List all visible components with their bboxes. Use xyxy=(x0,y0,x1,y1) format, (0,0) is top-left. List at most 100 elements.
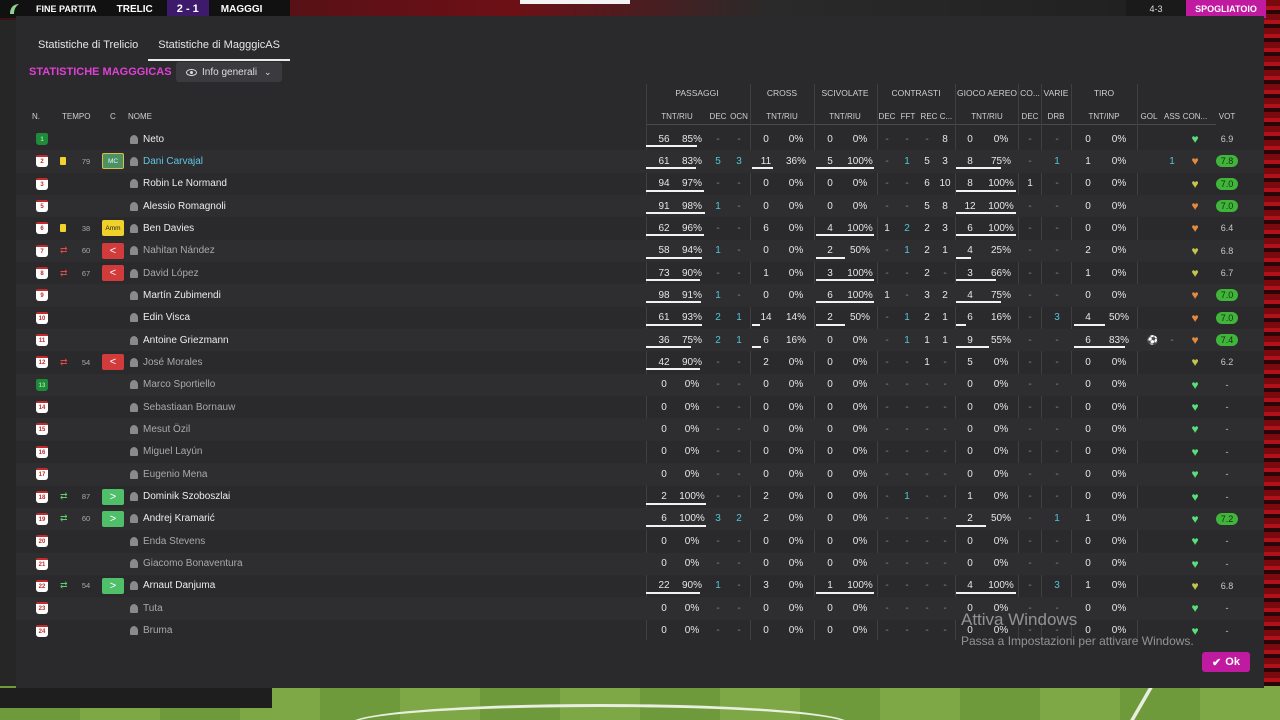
player-name[interactable]: Antoine Griezmann xyxy=(130,329,229,351)
rating-cell: 6.8 xyxy=(1210,575,1244,597)
player-name[interactable]: Giacomo Bonaventura xyxy=(130,553,243,575)
table-row[interactable]: 18 ⇄ 87 > Dominik Szoboszlai 2 100% - -2 0% 0 0% -1-… xyxy=(16,486,1264,508)
player-name[interactable]: Edin Visca xyxy=(130,307,190,329)
player-rating: 6.2 xyxy=(1220,357,1234,368)
col-header-tempo[interactable]: TEMPO xyxy=(62,112,90,121)
tab-magggicas[interactable]: Statistiche di MagggicAS xyxy=(148,34,290,61)
table-row[interactable]: 22 ⇄ 54 > Arnaut Danjuma 22 90% 1-3 0% 1 100% - - - -4… xyxy=(16,575,1264,597)
contrasti-fft: - xyxy=(905,200,909,212)
ok-button-label: Ok xyxy=(1225,656,1240,668)
table-row[interactable]: 17 Eugenio Mena 0 0% - - 0 0% 0 0% - - - - 0 0% - - 0 0% ♥ - xyxy=(16,463,1264,486)
condition-heart-icon: ♥ xyxy=(1191,422,1199,437)
table-row[interactable]: 2 79 MC Dani Carvajal 61 83% 5 3 11 36% 5 100% -1 5 3 8… xyxy=(16,150,1264,173)
col-header-con-fft[interactable]: FFT xyxy=(898,112,918,121)
player-rating: - xyxy=(1225,558,1229,569)
table-row[interactable]: 8 ⇄ 67 < David López 73 90% - -1 0% 3 100% - -2-3 66% -… xyxy=(16,262,1264,284)
co-dec: - xyxy=(1028,222,1032,234)
pass-percent: 0% xyxy=(684,535,700,547)
col-header-vot[interactable]: VOT xyxy=(1210,112,1244,121)
player-name[interactable]: Mesut Özil xyxy=(130,418,190,440)
col-header-gol[interactable]: GOL xyxy=(1138,112,1160,121)
col-header-con[interactable]: CON... xyxy=(1182,112,1208,121)
col-header-tiro-tnt[interactable]: TNT/INP xyxy=(1072,112,1136,121)
table-row[interactable]: 5 Alessio Romagnoli 91 98% 1-0 0% 0 0% - -5 8 12 100… xyxy=(16,195,1264,218)
dribbles: 3 xyxy=(1054,580,1060,592)
ok-button[interactable]: ✔ Ok xyxy=(1202,652,1250,672)
tackle-percent: 0% xyxy=(852,401,868,413)
contrasti-fft: - xyxy=(905,535,909,547)
player-name[interactable]: Martín Zubimendi xyxy=(130,284,221,306)
col-header-aereo-tnt[interactable]: TNT/RIU xyxy=(956,112,1018,121)
condition-heart-icon: ♥ xyxy=(1191,243,1199,258)
player-name[interactable]: Dominik Szoboszlai xyxy=(130,486,230,508)
table-row[interactable]: 10 Edin Visca 61 93% 2 1 14 14% 2 50% -1 2 1 6 16% -3 4 5… xyxy=(16,307,1264,329)
player-name[interactable]: Bruma xyxy=(130,620,172,642)
pass-ocn: - xyxy=(737,178,741,190)
table-row[interactable]: 11 Antoine Griezmann 36 75% 2 1 6 16% 0 0% -1 1 1 9 55… xyxy=(16,329,1264,352)
pass-bar xyxy=(646,502,706,505)
table-row[interactable]: 7 ⇄ 60 < Nahitan Nández 58 94% 1-0 0% 2 50% -1 2 1 4 25… xyxy=(16,239,1264,263)
col-header-c[interactable]: C xyxy=(110,112,116,121)
player-name[interactable]: Nahitan Nández xyxy=(130,240,215,262)
col-header-con-dec[interactable]: DEC xyxy=(878,112,896,121)
dribbles: - xyxy=(1055,245,1059,257)
player-name[interactable]: Ben Davies xyxy=(130,217,194,239)
player-name[interactable]: Miguel Layún xyxy=(130,441,202,463)
group-header-varie: VARIE xyxy=(1043,88,1069,98)
table-row[interactable]: 9 Martín Zubimendi 98 91% 1-0 0% 6 100% 1-3 2 4 75%… xyxy=(16,284,1264,307)
table-row[interactable]: 12 ⇄ 54 < José Morales 42 90% - -2 0% 0 0% - -1-5 0% - -… xyxy=(16,351,1264,373)
player-name[interactable]: David López xyxy=(130,262,199,284)
table-row[interactable]: 20 Enda Stevens 0 0% - - 0 0% 0 0% - - - - 0 0% - - 0 0% ♥ - xyxy=(16,530,1264,552)
shirt-icon: 23 xyxy=(36,602,48,615)
player-name[interactable]: Alessio Romagnoli xyxy=(130,195,226,217)
col-header-n[interactable]: N. xyxy=(32,112,40,121)
table-row[interactable]: 16 Miguel Layún 0 0% - - 0 0% 0 0% - - - - 0 0% - - 0 0% ♥ - xyxy=(16,441,1264,463)
player-name[interactable]: José Morales xyxy=(130,351,202,373)
table-row[interactable]: 15 Mesut Özil 0 0% - - 0 0% 0 0% - - - - 0 0% - - 0 0% ♥ - xyxy=(16,418,1264,441)
table-row[interactable]: 1 Neto 56 85% - -0 0% 0 0% - - -8 0 0% - -0 0% ♥ 6.9 xyxy=(16,128,1264,150)
contrasti-fft: 1 xyxy=(904,334,910,346)
col-header-pass-dec[interactable]: DEC xyxy=(708,112,728,121)
player-name[interactable]: Andrej Kramarić xyxy=(130,508,215,530)
col-header-pass-tnt[interactable]: TNT/RIU xyxy=(646,112,708,121)
col-header-pass-ocn[interactable]: OCN xyxy=(728,112,750,121)
role-tag-badge: < xyxy=(102,354,124,371)
col-header-con-rec[interactable]: REC xyxy=(919,112,939,121)
contrasti-rec: - xyxy=(925,535,929,547)
cross-percent: 0% xyxy=(788,267,804,279)
table-row[interactable]: 19 ⇄ 60 > Andrej Kramarić 6 100% 3 2 2 0% 0 0% - - - -2 5… xyxy=(16,507,1264,531)
condition-heart-icon: ♥ xyxy=(1191,310,1199,325)
shot-percent: 0% xyxy=(1111,155,1127,167)
table-row[interactable]: 6 38 Amm Ben Davies 62 96% - -6 0% 4 100% 1 2 2 3 6 100%… xyxy=(16,217,1264,239)
contrasti-dec: - xyxy=(885,625,889,637)
col-header-sciv-tnt[interactable]: TNT/RIU xyxy=(815,112,875,121)
player-name[interactable]: Neto xyxy=(130,128,164,150)
table-row[interactable]: 21 Giacomo Bonaventura 0 0% - - 0 0% 0 0% - - - - 0 0% -… xyxy=(16,552,1264,575)
contrasti-c: - xyxy=(943,602,947,614)
assists xyxy=(1164,486,1180,508)
dribbles: - xyxy=(1055,133,1059,145)
table-row[interactable]: 13 Marco Sportiello 0 0% - - 0 0% 0 0% - - - - 0 0% - - 0 0… xyxy=(16,373,1264,397)
player-name[interactable]: Arnaut Danjuma xyxy=(130,575,215,597)
col-header-co-dec[interactable]: DEC xyxy=(1019,112,1041,121)
col-header-ass[interactable]: ASS xyxy=(1162,112,1182,121)
player-name[interactable]: Tuta xyxy=(130,597,163,619)
col-header-cross-tnt[interactable]: TNT/RIU xyxy=(751,112,813,121)
table-row[interactable]: 3 Robin Le Normand 94 97% - -0 0% 0 0% - -6 10 8 100%… xyxy=(16,173,1264,195)
col-header-nome[interactable]: NOME xyxy=(128,112,152,121)
pass-bar xyxy=(646,279,700,282)
player-name[interactable]: Robin Le Normand xyxy=(130,173,227,195)
view-dropdown[interactable]: Info generali ⌄ xyxy=(176,62,282,82)
player-name[interactable]: Eugenio Mena xyxy=(130,463,208,485)
col-header-con-c[interactable]: C... xyxy=(938,112,954,121)
col-header-drb[interactable]: DRB xyxy=(1042,112,1070,121)
player-name[interactable]: Dani Carvajal xyxy=(130,150,203,172)
co-dec: - xyxy=(1028,558,1032,570)
table-row[interactable]: 14 Sebastiaan Bornauw 0 0% - - 0 0% 0 0% - - - - 0 0% - -… xyxy=(16,396,1264,418)
player-name[interactable]: Marco Sportiello xyxy=(130,374,215,396)
player-name[interactable]: Enda Stevens xyxy=(130,530,205,552)
contrasti-rec: - xyxy=(925,513,929,525)
player-name[interactable]: Sebastiaan Bornauw xyxy=(130,396,235,418)
tab-trelicio[interactable]: Statistiche di Trelicio xyxy=(28,34,148,61)
player-avatar-icon xyxy=(130,424,138,434)
